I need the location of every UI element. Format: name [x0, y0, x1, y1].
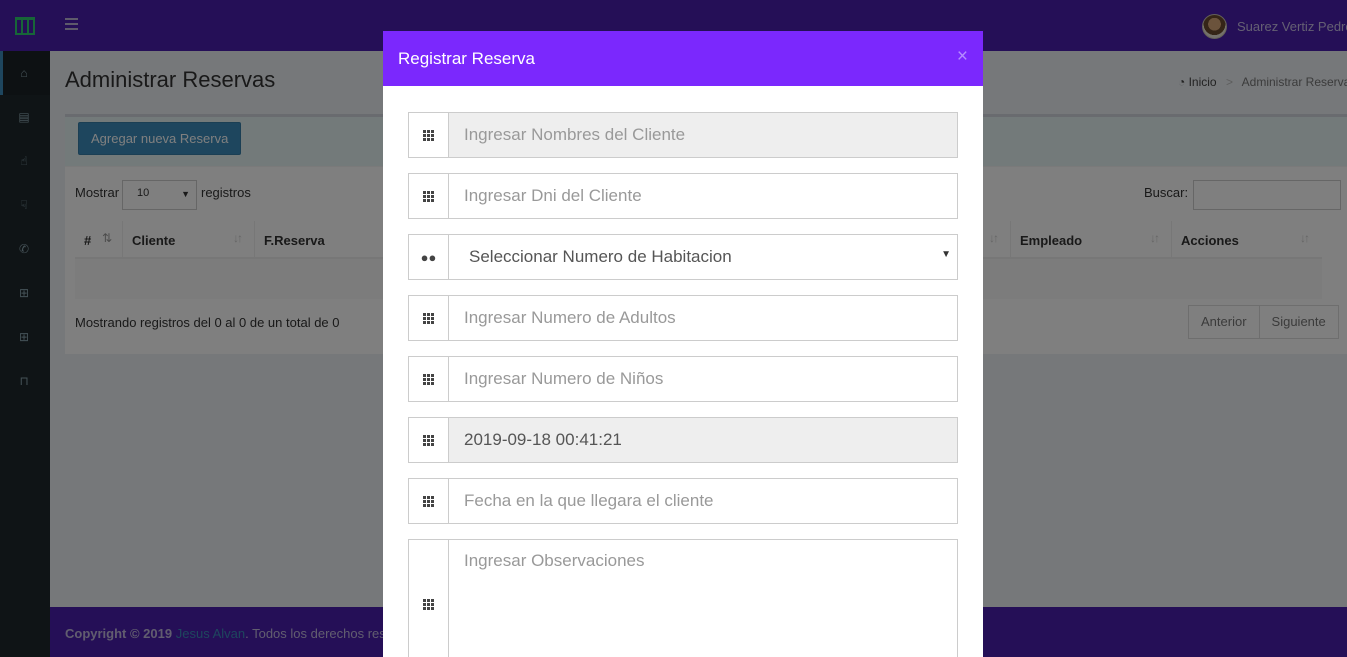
children-input[interactable]: [449, 357, 957, 401]
reservation-date-field: [408, 417, 958, 463]
children-field: [408, 356, 958, 402]
arrival-date-field: [408, 478, 958, 524]
modal-title: Registrar Reserva: [398, 49, 535, 68]
room-number-selected: Seleccionar Numero de Habitacion: [469, 247, 732, 266]
arrival-date-input[interactable]: [449, 479, 957, 523]
observations-textarea[interactable]: [449, 540, 957, 657]
client-dni-input[interactable]: [449, 174, 957, 218]
client-dni-field: [408, 173, 958, 219]
grid-icon: [409, 296, 449, 340]
register-reservation-modal: Registrar Reserva × ●● Seleccionar Numer…: [383, 31, 983, 657]
observations-field: [408, 539, 958, 657]
client-names-input[interactable]: [449, 113, 957, 157]
chevron-down-icon: ▼: [941, 249, 951, 260]
adults-field: [408, 295, 958, 341]
grid-icon: [409, 540, 449, 657]
adults-input[interactable]: [449, 296, 957, 340]
close-icon[interactable]: ×: [957, 46, 968, 68]
room-number-field: ●● Seleccionar Numero de Habitacion ▼: [408, 234, 958, 280]
client-names-field: [408, 112, 958, 158]
room-number-select[interactable]: Seleccionar Numero de Habitacion ▼: [449, 235, 957, 279]
grid-icon: [409, 174, 449, 218]
modal-header: Registrar Reserva ×: [383, 31, 983, 86]
grid-icon: [409, 357, 449, 401]
grid-icon: [409, 479, 449, 523]
grid-icon: [409, 113, 449, 157]
users-icon: ●●: [409, 235, 449, 279]
reservation-date-input[interactable]: [449, 418, 957, 462]
grid-icon: [409, 418, 449, 462]
